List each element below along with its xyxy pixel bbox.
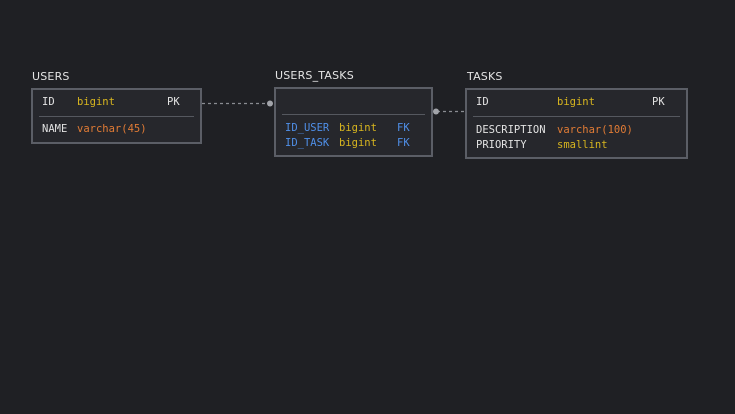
users-table-divider <box>39 116 194 117</box>
tasks-pk-name: ID <box>476 96 489 108</box>
users-tasks-connector-endpoint <box>267 100 273 107</box>
users-tasks-table-divider <box>282 114 425 115</box>
users-tasks-column-key: FK <box>397 122 410 134</box>
tasks-pk-type: bigint <box>557 96 595 108</box>
tasks-table-title: TASKS <box>467 70 503 83</box>
relationship-connectors <box>202 100 465 115</box>
users-pk-type: bigint <box>77 96 115 108</box>
users-pk-name: ID <box>42 96 55 108</box>
users-tasks-column-name: ID_USER <box>285 122 330 134</box>
users-table[interactable]: ID bigint PK NAME varchar(45) <box>31 88 202 144</box>
tasks-column-type: varchar(100) <box>557 124 633 136</box>
users-pk-key: PK <box>167 96 180 108</box>
tasks-table-divider <box>473 116 680 117</box>
tasks-column-name: DESCRIPTION <box>476 124 546 136</box>
tasks-pk-key: PK <box>652 96 665 108</box>
users-tasks-column-name: ID_TASK <box>285 137 330 149</box>
users-tasks-table[interactable]: ID_USER bigint FK ID_TASK bigint FK <box>274 87 433 157</box>
users-tasks-column-type: bigint <box>339 122 377 134</box>
users-column-type: varchar(45) <box>77 123 147 135</box>
users-tasks-column-key: FK <box>397 137 410 149</box>
users-table-title: USERS <box>32 70 70 83</box>
tasks-table[interactable]: ID bigint PK DESCRIPTION varchar(100) PR… <box>465 88 688 159</box>
users-tasks-column-type: bigint <box>339 137 377 149</box>
users-tasks-table-title: USERS_TASKS <box>275 69 354 82</box>
diagram-canvas[interactable]: USERS ID bigint PK NAME varchar(45) USER… <box>0 0 735 414</box>
tasks-column-name: PRIORITY <box>476 139 527 151</box>
tasks-connector-endpoint <box>433 108 439 115</box>
tasks-column-type: smallint <box>557 139 608 151</box>
users-column-name: NAME <box>42 123 68 135</box>
